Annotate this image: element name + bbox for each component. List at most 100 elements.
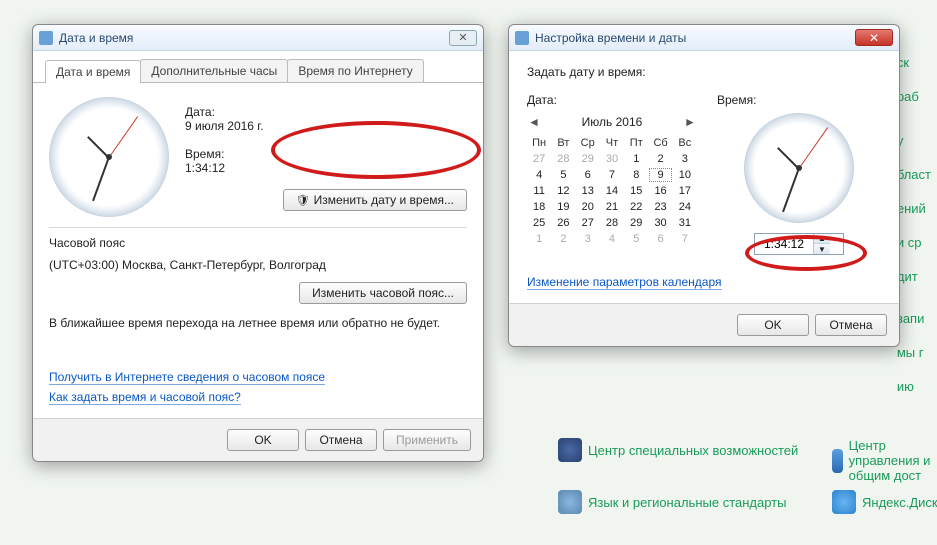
cal-day[interactable]: 13	[576, 183, 600, 199]
cal-day[interactable]: 7	[600, 167, 624, 183]
ok-button[interactable]: OK	[227, 429, 299, 451]
cal-day[interactable]: 19	[551, 199, 575, 215]
bg-item[interactable]: Язык и региональные стандарты	[558, 490, 786, 514]
cal-day[interactable]: 25	[527, 215, 551, 231]
dialog-footer: OK Отмена Применить	[33, 418, 483, 461]
window-title: Настройка времени и даты	[535, 31, 686, 45]
clock-icon	[39, 31, 53, 45]
cal-day[interactable]: 3	[576, 231, 600, 247]
tab-internet-time[interactable]: Время по Интернету	[287, 59, 423, 82]
change-timezone-button[interactable]: Изменить часовой пояс...	[299, 282, 467, 304]
tz-info-link[interactable]: Получить в Интернете сведения о часовом …	[49, 370, 325, 385]
cal-day[interactable]: 29	[576, 151, 600, 167]
cal-day[interactable]: 11	[527, 183, 551, 199]
cal-next-button[interactable]: ►	[683, 115, 697, 129]
bg-item-label: Язык и региональные стандарты	[588, 495, 786, 510]
cal-day[interactable]: 4	[527, 167, 551, 183]
close-icon[interactable]: ✕	[449, 30, 477, 46]
cal-dow: Вс	[673, 135, 697, 151]
cal-day[interactable]: 26	[551, 215, 575, 231]
cal-dow: Пт	[624, 135, 648, 151]
titlebar[interactable]: Дата и время ✕	[33, 25, 483, 51]
cal-day[interactable]: 6	[576, 167, 600, 183]
dst-note: В ближайшее время перехода на летнее вре…	[49, 316, 467, 330]
analog-clock	[744, 113, 854, 223]
timezone-heading: Часовой пояс	[49, 236, 467, 250]
tab-date-time[interactable]: Дата и время	[45, 60, 141, 83]
dialog-body: Задать дату и время: Дата: ◄ Июль 2016 ►…	[509, 51, 899, 303]
cal-day[interactable]: 2	[551, 231, 575, 247]
time-value: 1:34:12	[185, 161, 467, 175]
close-icon[interactable]: ✕	[855, 29, 893, 46]
cal-day[interactable]: 5	[624, 231, 648, 247]
cal-day[interactable]: 27	[576, 215, 600, 231]
cal-day[interactable]: 18	[527, 199, 551, 215]
network-icon	[832, 449, 843, 473]
apply-button[interactable]: Применить	[383, 429, 471, 451]
spin-down-button[interactable]: ▼	[814, 244, 830, 254]
cancel-button[interactable]: Отмена	[815, 314, 887, 336]
cal-dow: Чт	[600, 135, 624, 151]
timezone-value: (UTC+03:00) Москва, Санкт-Петербург, Вол…	[49, 258, 467, 272]
time-input[interactable]	[755, 236, 813, 252]
cal-dow: Вт	[551, 135, 575, 151]
time-label: Время:	[185, 147, 467, 161]
cal-day[interactable]: 15	[624, 183, 648, 199]
cal-day[interactable]: 31	[673, 215, 697, 231]
bg-fragments: ск раб у бласт ений и ср дит запи мы г и…	[897, 46, 931, 404]
date-value: 9 июля 2016 г.	[185, 119, 467, 133]
bg-item[interactable]: Яндекс.Диск	[832, 490, 937, 514]
cal-day[interactable]: 9	[648, 167, 672, 183]
dialog-body: Дата: 9 июля 2016 г. Время: 1:34:12 Изме…	[33, 83, 483, 418]
cal-day[interactable]: 1	[527, 231, 551, 247]
time-label: Время:	[717, 93, 756, 107]
tabstrip: Дата и время Дополнительные часы Время п…	[33, 51, 483, 83]
bg-item-label: Центр специальных возможностей	[588, 443, 798, 458]
titlebar[interactable]: Настройка времени и даты ✕	[509, 25, 899, 51]
ok-button[interactable]: OK	[737, 314, 809, 336]
cal-day[interactable]: 6	[648, 231, 672, 247]
region-icon	[558, 490, 582, 514]
cal-day[interactable]: 17	[673, 183, 697, 199]
tab-additional-clocks[interactable]: Дополнительные часы	[140, 59, 288, 82]
bg-item-label: Яндекс.Диск	[862, 495, 937, 510]
cal-day[interactable]: 5	[551, 167, 575, 183]
date-time-dialog: Дата и время ✕ Дата и время Дополнительн…	[32, 24, 484, 462]
cal-day[interactable]: 27	[527, 151, 551, 167]
bg-item[interactable]: Центр специальных возможностей	[558, 438, 798, 462]
cal-day[interactable]: 24	[673, 199, 697, 215]
cal-day[interactable]: 3	[673, 151, 697, 167]
cal-day[interactable]: 2	[648, 151, 672, 167]
cal-dow: Сб	[648, 135, 672, 151]
calendar[interactable]: ◄ Июль 2016 ► ПнВтСрЧтПтСбВс272829301234…	[527, 113, 697, 247]
cal-prev-button[interactable]: ◄	[527, 115, 541, 129]
cal-day[interactable]: 28	[551, 151, 575, 167]
cal-day[interactable]: 8	[624, 167, 648, 183]
cal-day[interactable]: 21	[600, 199, 624, 215]
cal-day[interactable]: 22	[624, 199, 648, 215]
cal-day[interactable]: 23	[648, 199, 672, 215]
cal-dow: Ср	[576, 135, 600, 151]
cal-day[interactable]: 12	[551, 183, 575, 199]
window-title: Дата и время	[59, 31, 133, 45]
time-spinner[interactable]: ▲ ▼	[754, 233, 844, 255]
cal-day[interactable]: 14	[600, 183, 624, 199]
spin-up-button[interactable]: ▲	[814, 234, 830, 244]
howto-link[interactable]: Как задать время и часовой пояс?	[49, 390, 241, 405]
cal-day[interactable]: 4	[600, 231, 624, 247]
cancel-button[interactable]: Отмена	[305, 429, 377, 451]
cal-day[interactable]: 28	[600, 215, 624, 231]
cal-day[interactable]: 10	[673, 167, 697, 183]
calendar-settings-link[interactable]: Изменение параметров календаря	[527, 275, 722, 290]
cal-day[interactable]: 1	[624, 151, 648, 167]
cal-title: Июль 2016	[545, 115, 679, 129]
cal-day[interactable]: 20	[576, 199, 600, 215]
bg-item[interactable]: Центр управления и общим дост	[832, 438, 937, 483]
change-date-time-button[interactable]: Изменить дату и время...	[283, 189, 467, 211]
cal-day[interactable]: 30	[600, 151, 624, 167]
cal-day[interactable]: 29	[624, 215, 648, 231]
cal-day[interactable]: 16	[648, 183, 672, 199]
cal-day[interactable]: 7	[673, 231, 697, 247]
accessibility-icon	[558, 438, 582, 462]
cal-day[interactable]: 30	[648, 215, 672, 231]
